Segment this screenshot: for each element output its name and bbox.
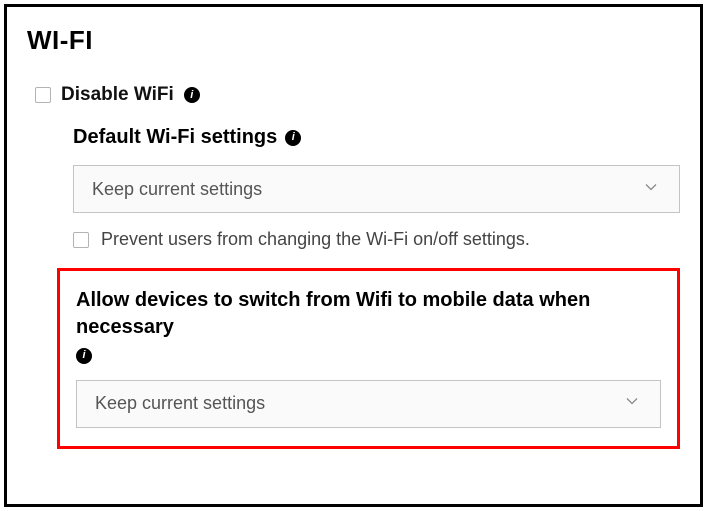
prevent-change-row: Prevent users from changing the Wi-Fi on… bbox=[73, 229, 680, 250]
switch-to-mobile-block: Allow devices to switch from Wifi to mob… bbox=[57, 268, 680, 449]
switch-heading-row: Allow devices to switch from Wifi to mob… bbox=[76, 287, 661, 364]
prevent-change-label: Prevent users from changing the Wi-Fi on… bbox=[101, 229, 530, 250]
info-icon[interactable]: i bbox=[184, 87, 200, 103]
disable-wifi-checkbox[interactable] bbox=[35, 87, 51, 103]
info-icon[interactable]: i bbox=[285, 130, 301, 146]
info-icon[interactable]: i bbox=[76, 348, 92, 364]
default-wifi-heading-text: Default Wi-Fi settings bbox=[73, 126, 277, 149]
default-wifi-heading: Default Wi-Fi settings i bbox=[73, 126, 680, 149]
prevent-change-checkbox[interactable] bbox=[73, 232, 89, 248]
default-settings-block: Default Wi-Fi settings i Keep current se… bbox=[27, 126, 680, 250]
switch-select[interactable]: Keep current settings bbox=[76, 380, 661, 428]
default-wifi-select-value: Keep current settings bbox=[92, 179, 262, 200]
switch-select-value: Keep current settings bbox=[95, 393, 265, 414]
disable-wifi-row: Disable WiFi i bbox=[27, 84, 680, 106]
wifi-settings-panel: WI-FI Disable WiFi i Default Wi-Fi setti… bbox=[4, 4, 703, 507]
chevron-down-icon bbox=[622, 391, 642, 416]
default-wifi-select[interactable]: Keep current settings bbox=[73, 165, 680, 213]
section-title: WI-FI bbox=[27, 25, 680, 56]
disable-wifi-label: Disable WiFi bbox=[61, 84, 174, 106]
chevron-down-icon bbox=[641, 177, 661, 202]
switch-heading-text: Allow devices to switch from Wifi to mob… bbox=[76, 287, 661, 341]
